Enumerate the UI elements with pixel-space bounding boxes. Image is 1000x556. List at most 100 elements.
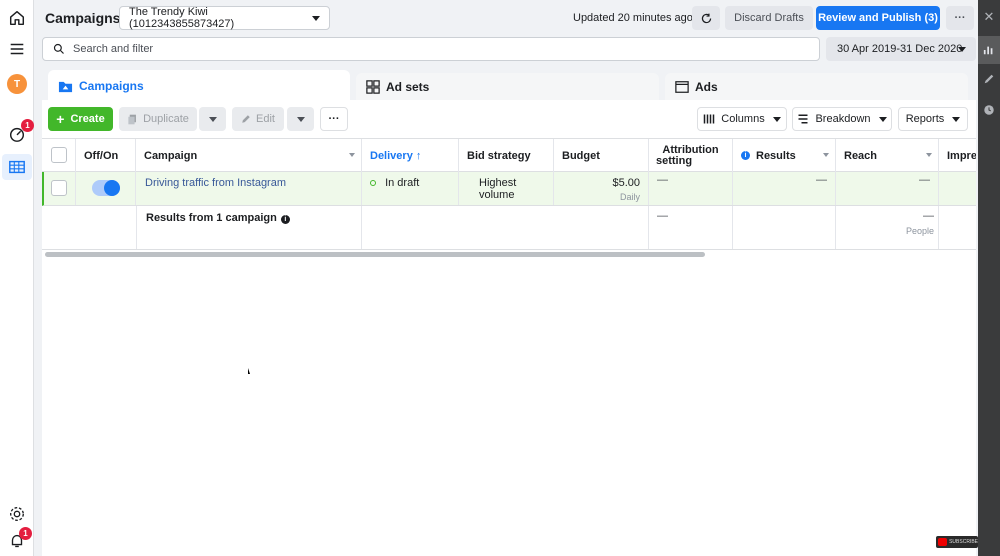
tab-ad-sets[interactable]: Ad sets [356,73,659,101]
column-header-campaign[interactable]: Campaign [136,139,362,172]
summary-reach-unit: People [905,226,934,236]
header-select-all [42,139,76,172]
reports-button[interactable]: Reports [898,107,968,131]
create-button[interactable]: + Create [48,107,113,131]
reach-value: — [919,174,930,186]
column-header-reach[interactable]: Reach [836,139,939,172]
left-nav-rail: T 1 1 [0,0,34,556]
budget-value: $5.00 [612,177,640,189]
review-publish-button[interactable]: Review and Publish (3) [816,6,940,30]
horizontal-scrollbar[interactable] [45,252,705,257]
grid-icon [366,80,380,94]
row-checkbox[interactable] [51,180,67,196]
tab-ads[interactable]: Ads [665,73,968,101]
attribution-value: — [657,174,668,186]
column-header-impressions[interactable]: Impres [939,139,976,172]
bid-strategy-cell[interactable]: Highest volume [459,172,554,205]
notification-badge: 1 [21,119,34,132]
campaign-name-link[interactable]: Driving traffic from Instagram [145,177,286,189]
toolbar-more-button[interactable]: ··· [320,107,348,131]
results-value: — [816,174,827,186]
search-icon [53,43,64,54]
summary-reach-cell: — People [836,206,939,249]
column-header-bid-strategy[interactable]: Bid strategy [459,139,554,172]
summary-label-cell: Results from 1 campaign i [136,206,362,249]
edit-button[interactable]: Edit [232,107,284,131]
budget-cell[interactable]: $5.00 Daily [554,172,649,205]
settings-gear-icon[interactable] [5,502,29,526]
row-toggle-cell [76,172,136,205]
duplicate-dropdown-button[interactable] [199,107,226,131]
edit-dropdown-button[interactable] [287,107,314,131]
pencil-icon[interactable] [982,72,996,86]
budget-period: Daily [619,192,640,202]
breakdown-icon [798,114,808,124]
home-icon[interactable] [5,6,29,30]
duplicate-button[interactable]: Duplicate [119,107,197,131]
column-header-results[interactable]: i Results [733,139,836,172]
summary-attribution-value: — [657,210,668,222]
folder-icon [58,81,73,92]
account-select[interactable]: The Trendy Kiwi (1012343855873427) [119,6,330,30]
breakdown-button[interactable]: Breakdown [792,107,892,131]
reach-cell: — [836,172,939,205]
chevron-down-icon [208,116,217,122]
delivery-status: In draft [385,177,420,189]
column-header-label: setting [656,154,693,167]
chevron-down-icon [926,153,932,157]
draft-status-dot-icon [370,180,376,186]
column-header-offon[interactable]: Off/On [76,139,136,172]
bell-badge: 1 [19,527,32,540]
column-header-label: Results [756,149,796,162]
chevron-down-icon [296,116,305,122]
refresh-button[interactable] [692,6,720,30]
campaign-toggle[interactable] [92,180,120,196]
youtube-logo-icon [938,538,948,546]
avatar[interactable]: T [7,74,27,94]
info-icon: i [741,151,750,160]
chevron-down-icon [823,153,829,157]
summary-results-cell [733,206,836,249]
clock-icon[interactable] [982,103,996,117]
chevron-down-icon [958,47,966,52]
search-bar [42,37,820,61]
select-all-checkbox[interactable] [51,147,67,163]
avatar-letter: T [13,78,21,90]
column-header-label: Campaign [144,149,198,162]
ad-window-icon [675,81,689,93]
edit-label: Edit [256,113,275,125]
reports-label: Reports [905,113,945,125]
create-label: Create [70,113,105,125]
ads-manager-table-icon[interactable] [5,155,29,179]
summary-reach-value: — [923,210,934,222]
date-range-text: 30 Apr 2019-31 Dec 2020 [837,43,963,55]
column-header-label: Reach [844,149,878,162]
column-header-attribution[interactable]: Attribution setting [649,139,733,172]
date-range-picker[interactable]: 30 Apr 2019-31 Dec 2020 [826,37,976,61]
delivery-cell: In draft [362,172,459,205]
column-header-budget[interactable]: Budget [554,139,649,172]
chevron-down-icon [312,16,320,21]
table-header: Off/On Campaign Delivery ↑ Bid strategy … [42,138,976,172]
duplicate-icon [128,114,136,124]
table-row[interactable]: Driving traffic from Instagram In draft … [42,172,976,206]
top-header: Campaigns The Trendy Kiwi (1012343855873… [34,0,978,36]
right-side-rail: ✕ [978,0,1000,556]
column-header-delivery[interactable]: Delivery ↑ [362,139,459,172]
more-options-button[interactable]: ··· [946,6,974,30]
discard-drafts-button[interactable]: Discard Drafts [725,6,813,30]
chevron-down-icon [878,116,887,122]
search-input[interactable] [73,43,773,55]
summary-row: Results from 1 campaign i — — People [42,206,976,250]
chevron-down-icon [349,153,355,157]
tab-campaigns[interactable]: Campaigns [48,70,350,102]
toggle-knob [104,180,120,196]
close-icon[interactable]: ✕ [982,9,996,24]
page-title: Campaigns [45,10,121,26]
chart-icon[interactable] [982,43,996,57]
duplicate-label: Duplicate [143,113,189,125]
info-icon[interactable]: i [280,215,290,224]
menu-icon[interactable] [5,37,29,61]
mouse-cursor-icon [248,368,250,374]
columns-button[interactable]: Columns [697,107,787,131]
